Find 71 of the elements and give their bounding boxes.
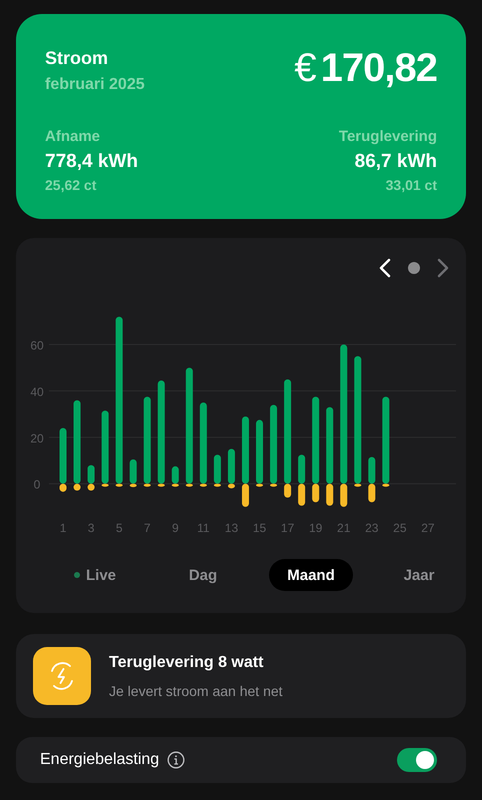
x-axis-label: 5 — [116, 521, 123, 535]
stat-label: Afname — [45, 128, 102, 145]
x-axis-label: 13 — [224, 521, 238, 535]
consumption-bar — [60, 428, 67, 484]
consumption-bar — [256, 420, 264, 484]
feed-in-bar — [158, 484, 165, 487]
x-axis-label: 15 — [252, 521, 266, 535]
feed-in-bar — [256, 484, 264, 487]
feed-in-bar — [102, 484, 109, 487]
y-axis-label: 20 — [30, 431, 44, 446]
energy-value: 86,7 kWh — [354, 151, 437, 173]
chevron-right-icon — [437, 258, 449, 278]
page-indicator — [408, 262, 420, 274]
consumption-bar — [172, 466, 179, 484]
consumption-bar — [214, 454, 221, 484]
feed-in-bar — [130, 484, 137, 488]
consumption-bar — [228, 448, 235, 484]
x-axis-label: 27 — [421, 521, 435, 535]
period-tab[interactable]: Jaar — [386, 559, 452, 591]
x-axis-label: 3 — [88, 521, 94, 535]
consumption-bar — [88, 465, 95, 484]
y-axis-label: 60 — [30, 338, 44, 353]
feed-in-bar — [312, 484, 320, 502]
info-icon[interactable] — [167, 751, 186, 769]
feed-in-bar — [340, 484, 348, 507]
x-axis-label: 17 — [280, 521, 294, 535]
feed-in-bar — [172, 484, 179, 487]
feed-in-bar — [284, 484, 292, 498]
chevron-left-icon — [379, 258, 391, 278]
consumption-bar — [242, 416, 249, 484]
setting-label: Energiebelasting — [40, 751, 160, 769]
x-axis-label: 23 — [365, 521, 378, 535]
feed-in-bar — [116, 484, 123, 487]
summary-title: Stroom — [45, 48, 109, 69]
feed-in-bar — [270, 484, 278, 487]
feed-in-bar — [326, 484, 334, 506]
consumption-bar — [298, 454, 306, 484]
feed-in-bar — [354, 484, 362, 487]
y-axis-label: 0 — [34, 478, 40, 492]
period-tab[interactable]: Live — [56, 559, 134, 591]
period-label: februari 2025 — [45, 76, 145, 94]
amount-total: €170,82 — [294, 46, 437, 91]
lightning-icon — [33, 647, 91, 705]
period-tab[interactable]: Dag — [170, 559, 236, 591]
feed-in-bar — [242, 484, 249, 507]
feed-in-bar — [214, 484, 221, 487]
price-value: 33,01 ct — [386, 177, 437, 193]
consumption-bar — [130, 459, 137, 484]
notice-message: Je levert stroom aan het net — [109, 682, 283, 698]
period-tab[interactable]: Maand — [269, 559, 353, 591]
notice-title: Teruglevering 8 watt — [109, 654, 264, 672]
feed-in-bar — [368, 484, 376, 502]
y-axis-label: 40 — [30, 384, 44, 399]
x-axis-label: 11 — [197, 521, 210, 535]
feed-in-bar — [228, 484, 235, 488]
feed-in-bar — [186, 484, 193, 487]
consumption-bar — [368, 457, 376, 484]
feed-in-bar — [200, 484, 207, 487]
stat-label: Teruglevering — [338, 128, 437, 145]
x-axis-label: 1 — [60, 521, 66, 535]
x-axis-label: 25 — [393, 521, 407, 535]
energy-value: 778,4 kWh — [45, 151, 138, 173]
x-axis-label: 19 — [308, 521, 322, 535]
x-axis-label: 21 — [337, 521, 350, 535]
toggle-switch[interactable] — [397, 748, 437, 772]
price-value: 25,62 ct — [45, 177, 98, 193]
feed-in-bar — [382, 484, 390, 487]
feed-in-bar — [298, 484, 306, 506]
x-axis-label: 7 — [144, 521, 151, 535]
feed-in-bar — [144, 484, 151, 487]
x-axis-label: 9 — [172, 521, 179, 535]
